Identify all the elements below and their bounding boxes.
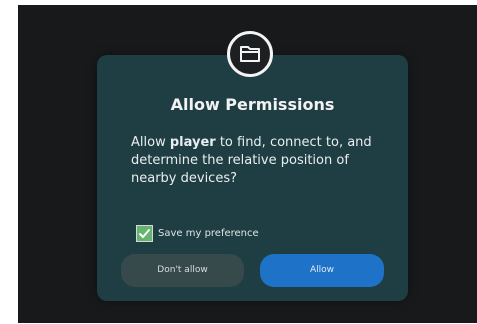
folder-icon [240,46,260,62]
dialog-icon-badge [227,31,273,77]
message-prefix: Allow [131,135,170,150]
app-name: player [169,135,216,150]
dialog-message: Allow player to find, connect to, and de… [131,134,386,188]
allow-button[interactable]: Allow [260,254,384,287]
checkmark-icon [139,229,150,238]
dialog-title: Allow Permissions [170,95,335,114]
save-preference-label[interactable]: Save my preference [158,228,259,239]
save-preference-checkbox[interactable] [136,225,153,242]
dont-allow-button[interactable]: Don't allow [121,254,244,287]
